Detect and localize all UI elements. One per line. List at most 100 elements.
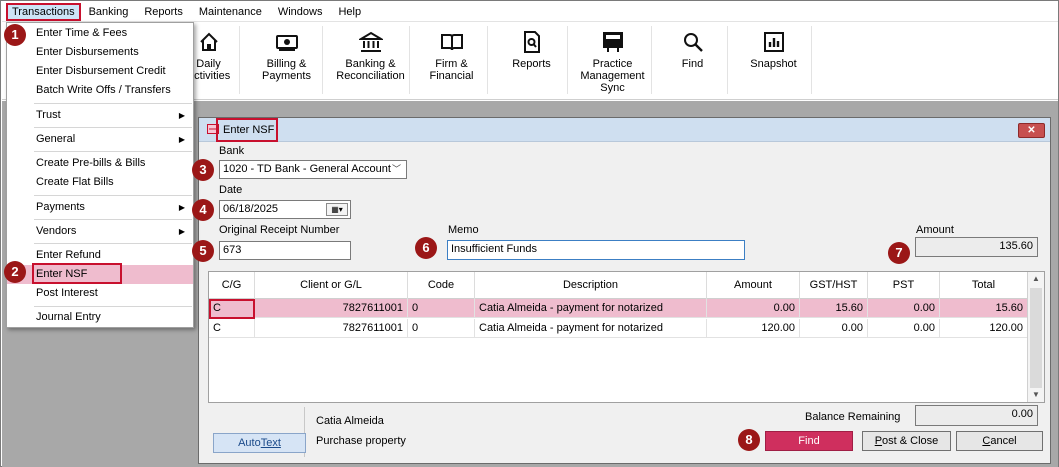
menu-bar: Transactions Banking Reports Maintenance…	[2, 2, 1058, 22]
column-header-amount[interactable]: Amount	[707, 272, 800, 299]
toolbar-billing-payments[interactable]: Billing & Payments	[251, 26, 323, 94]
toolbar-firm-financial-label: Firm & Financial	[429, 58, 474, 82]
find-button[interactable]: Find	[765, 431, 853, 451]
toolbar-banking-reconciliation-label: Banking & Reconciliation	[336, 58, 405, 82]
toolbar-practice-management-sync[interactable]: Practice Management Sync	[574, 26, 652, 94]
menu-item-trust[interactable]: Trust ▶	[7, 106, 193, 125]
column-header-code[interactable]: Code	[408, 272, 475, 299]
cell-total[interactable]: 15.60	[940, 299, 1027, 318]
book-icon	[440, 30, 464, 54]
toolbar-reports[interactable]: Reports	[496, 26, 568, 94]
menu-item-enter-time-fees[interactable]: Enter Time & Fees	[7, 24, 193, 43]
cancel-button[interactable]: Cancel	[956, 431, 1043, 451]
menu-separator	[34, 127, 192, 128]
menu-separator	[34, 243, 192, 244]
cancel-label-end: ancel	[990, 435, 1017, 447]
cell-total[interactable]: 120.00	[940, 319, 1027, 338]
memo-field[interactable]: Insufficient Funds	[447, 240, 745, 260]
dialog-title: Enter NSF	[223, 124, 275, 136]
menu-banking[interactable]: Banking	[81, 3, 137, 21]
menu-item-enter-disbursement-credit[interactable]: Enter Disbursement Credit	[7, 62, 193, 81]
menu-item-general[interactable]: General ▶	[7, 130, 193, 149]
scroll-down-icon[interactable]: ▼	[1028, 388, 1044, 402]
submenu-arrow-icon: ▶	[178, 111, 185, 120]
receipt-label: Original Receipt Number	[219, 224, 340, 236]
cell-code[interactable]: 0	[408, 299, 475, 318]
menu-item-payments-label: Payments	[36, 201, 85, 213]
sync-icon	[600, 30, 626, 54]
menu-item-payments[interactable]: Payments ▶	[7, 198, 193, 217]
submenu-arrow-icon: ▶	[178, 227, 185, 236]
menu-item-vendors[interactable]: Vendors ▶	[7, 222, 193, 241]
toolbar-find[interactable]: Find	[658, 26, 728, 94]
column-header-description[interactable]: Description	[475, 272, 707, 299]
bank-icon	[358, 30, 383, 54]
amount-label: Amount	[916, 224, 954, 236]
menu-separator	[34, 306, 192, 307]
cell-pst[interactable]: 0.00	[868, 319, 940, 338]
column-header-gst-hst[interactable]: GST/HST	[800, 272, 868, 299]
dialog-app-icon	[207, 124, 219, 134]
column-header-pst[interactable]: PST	[868, 272, 940, 299]
step-badge-4: 4	[192, 199, 214, 221]
home-icon	[198, 30, 220, 54]
cell-pst[interactable]: 0.00	[868, 299, 940, 318]
date-field-value: 06/18/2025	[223, 203, 279, 215]
cell-description[interactable]: Catia Almeida - payment for notarized	[475, 299, 707, 318]
post-close-button[interactable]: Post & Close	[862, 431, 951, 451]
menu-item-enter-disbursements[interactable]: Enter Disbursements	[7, 43, 193, 62]
column-header-cg[interactable]: C/G	[209, 272, 255, 299]
column-header-client[interactable]: Client or G/L	[255, 272, 408, 299]
transactions-menu: Enter Time & Fees Enter Disbursements En…	[6, 22, 194, 328]
menu-item-enter-refund[interactable]: Enter Refund	[7, 246, 193, 265]
date-field[interactable]: 06/18/2025 ▦▾	[219, 200, 351, 219]
menu-item-create-prebills[interactable]: Create Pre-bills & Bills	[7, 154, 193, 173]
menu-item-enter-nsf[interactable]: Enter NSF	[7, 265, 193, 284]
column-header-total[interactable]: Total	[940, 272, 1027, 299]
toolbar-snapshot[interactable]: Snapshot	[736, 26, 812, 94]
report-icon	[521, 30, 543, 54]
memo-label: Memo	[448, 224, 479, 236]
menu-maintenance[interactable]: Maintenance	[191, 3, 270, 21]
cell-amount[interactable]: 120.00	[707, 319, 800, 338]
grid-scrollbar[interactable]: ▲ ▼	[1027, 272, 1044, 402]
menu-help[interactable]: Help	[330, 3, 369, 21]
menu-item-vendors-label: Vendors	[36, 225, 77, 237]
table-row[interactable]: C 7827611001 0 Catia Almeida - payment f…	[209, 299, 1027, 318]
menu-item-post-interest[interactable]: Post Interest	[7, 284, 193, 303]
menu-separator	[34, 151, 192, 152]
menu-item-batch-write-offs[interactable]: Batch Write Offs / Transfers	[7, 81, 193, 100]
menu-transactions[interactable]: Transactions	[6, 2, 81, 21]
scroll-up-icon[interactable]: ▲	[1028, 272, 1044, 286]
chevron-down-icon: ﹀	[391, 164, 401, 174]
table-row[interactable]: C 7827611001 0 Catia Almeida - payment f…	[209, 319, 1027, 338]
scrollbar-thumb[interactable]	[1030, 288, 1042, 388]
step-badge-7: 7	[888, 242, 910, 264]
toolbar-firm-financial[interactable]: Firm & Financial	[416, 26, 488, 94]
receipt-number-field[interactable]: 673	[219, 241, 351, 260]
menu-reports[interactable]: Reports	[136, 3, 191, 21]
balance-remaining-label: Balance Remaining	[805, 411, 901, 423]
date-label: Date	[219, 184, 243, 196]
app-window: Transactions Banking Reports Maintenance…	[0, 0, 1059, 467]
cell-cg[interactable]: C	[209, 319, 255, 338]
menu-item-journal-entry[interactable]: Journal Entry	[7, 308, 193, 327]
calendar-icon[interactable]: ▦▾	[326, 203, 348, 216]
cell-cg[interactable]: C	[209, 299, 255, 318]
cell-amount[interactable]: 0.00	[707, 299, 800, 318]
bank-select-value: 1020 - TD Bank - General Account	[223, 163, 391, 175]
cell-code[interactable]: 0	[408, 319, 475, 338]
cell-client[interactable]: 7827611001	[255, 319, 408, 338]
menu-windows[interactable]: Windows	[270, 3, 331, 21]
cell-description[interactable]: Catia Almeida - payment for notarized	[475, 319, 707, 338]
cell-gst-hst[interactable]: 15.60	[800, 299, 868, 318]
cell-gst-hst[interactable]: 0.00	[800, 319, 868, 338]
toolbar-banking-reconciliation[interactable]: Banking & Reconciliation	[332, 26, 410, 94]
menu-item-create-flat-bills[interactable]: Create Flat Bills	[7, 173, 193, 192]
close-button[interactable]: ✕	[1018, 123, 1045, 138]
menu-separator	[34, 195, 192, 196]
bank-select[interactable]: 1020 - TD Bank - General Account ﹀	[219, 160, 407, 179]
transactions-grid: C/G Client or G/L Code Description Amoun…	[208, 271, 1045, 403]
autotext-button[interactable]: AutoText	[213, 433, 306, 453]
cell-client[interactable]: 7827611001	[255, 299, 408, 318]
